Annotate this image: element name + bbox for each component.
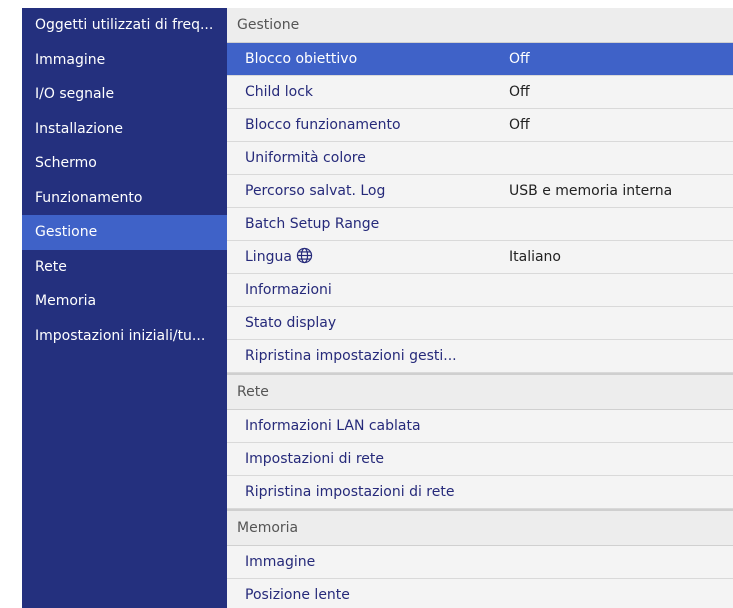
menu-row-child-lock[interactable]: Child lock Off (227, 76, 733, 109)
sidebar-item-memory[interactable]: Memoria (22, 284, 227, 319)
row-label: Ripristina impostazioni gesti... (245, 348, 457, 364)
sidebar-item-management[interactable]: Gestione (22, 215, 227, 250)
section-header-network: Rete (227, 375, 733, 410)
globe-icon (296, 247, 313, 264)
row-label-wrap: Lingua (227, 241, 509, 273)
row-label: Batch Setup Range (245, 216, 380, 232)
row-label: Child lock (245, 84, 314, 100)
menu-row-lens-lock[interactable]: Blocco obiettivo Off (227, 43, 733, 76)
row-label: Stato display (245, 315, 337, 331)
menu-row-color-uniformity[interactable]: Uniformità colore (227, 142, 733, 175)
row-label: Ripristina impostazioni di rete (245, 484, 455, 500)
menu-window: Oggetti utilizzati di freq... Immagine I… (22, 8, 733, 608)
row-value: Italiano (509, 249, 561, 265)
sidebar-item-signal-io[interactable]: I/O segnale (22, 77, 227, 112)
row-label: Blocco funzionamento (245, 117, 401, 133)
menu-row-batch-setup-range[interactable]: Batch Setup Range (227, 208, 733, 241)
sidebar: Oggetti utilizzati di freq... Immagine I… (22, 8, 227, 608)
menu-row-operation-lock[interactable]: Blocco funzionamento Off (227, 109, 733, 142)
row-label: Percorso salvat. Log (245, 183, 386, 199)
sidebar-item-image[interactable]: Immagine (22, 43, 227, 78)
settings-panel: Gestione Blocco obiettivo Off Child lock… (227, 8, 733, 608)
row-label: Uniformità colore (245, 150, 366, 166)
sidebar-item-network[interactable]: Rete (22, 250, 227, 285)
menu-row-memory-image[interactable]: Immagine (227, 546, 733, 579)
menu-row-wired-lan-info[interactable]: Informazioni LAN cablata (227, 410, 733, 443)
menu-row-log-save-path[interactable]: Percorso salvat. Log USB e memoria inter… (227, 175, 733, 208)
row-label: Informazioni (245, 282, 332, 298)
menu-row-display-status[interactable]: Stato display (227, 307, 733, 340)
menu-row-lens-position[interactable]: Posizione lente (227, 579, 733, 608)
sidebar-item-screen[interactable]: Schermo (22, 146, 227, 181)
section-header-memory: Memoria (227, 511, 733, 546)
row-label: Immagine (245, 554, 316, 570)
row-label: Blocco obiettivo (245, 51, 358, 67)
menu-row-network-settings[interactable]: Impostazioni di rete (227, 443, 733, 476)
sidebar-item-operation[interactable]: Funzionamento (22, 181, 227, 216)
section-header-management: Gestione (227, 8, 733, 43)
sidebar-item-installation[interactable]: Installazione (22, 112, 227, 147)
menu-row-language[interactable]: Lingua Italiano (227, 241, 733, 274)
row-value: USB e memoria interna (509, 183, 673, 199)
row-label: Informazioni LAN cablata (245, 418, 421, 434)
row-label: Lingua (245, 249, 292, 265)
row-label: Posizione lente (245, 587, 350, 603)
sidebar-item-frequent[interactable]: Oggetti utilizzati di freq... (22, 8, 227, 43)
sidebar-item-initial-settings[interactable]: Impostazioni iniziali/tu... (22, 319, 227, 354)
menu-row-reset-management[interactable]: Ripristina impostazioni gesti... (227, 340, 733, 373)
row-value: Off (509, 51, 530, 67)
row-value: Off (509, 117, 530, 133)
menu-row-information[interactable]: Informazioni (227, 274, 733, 307)
row-value: Off (509, 84, 530, 100)
row-label: Impostazioni di rete (245, 451, 384, 467)
menu-row-reset-network[interactable]: Ripristina impostazioni di rete (227, 476, 733, 509)
